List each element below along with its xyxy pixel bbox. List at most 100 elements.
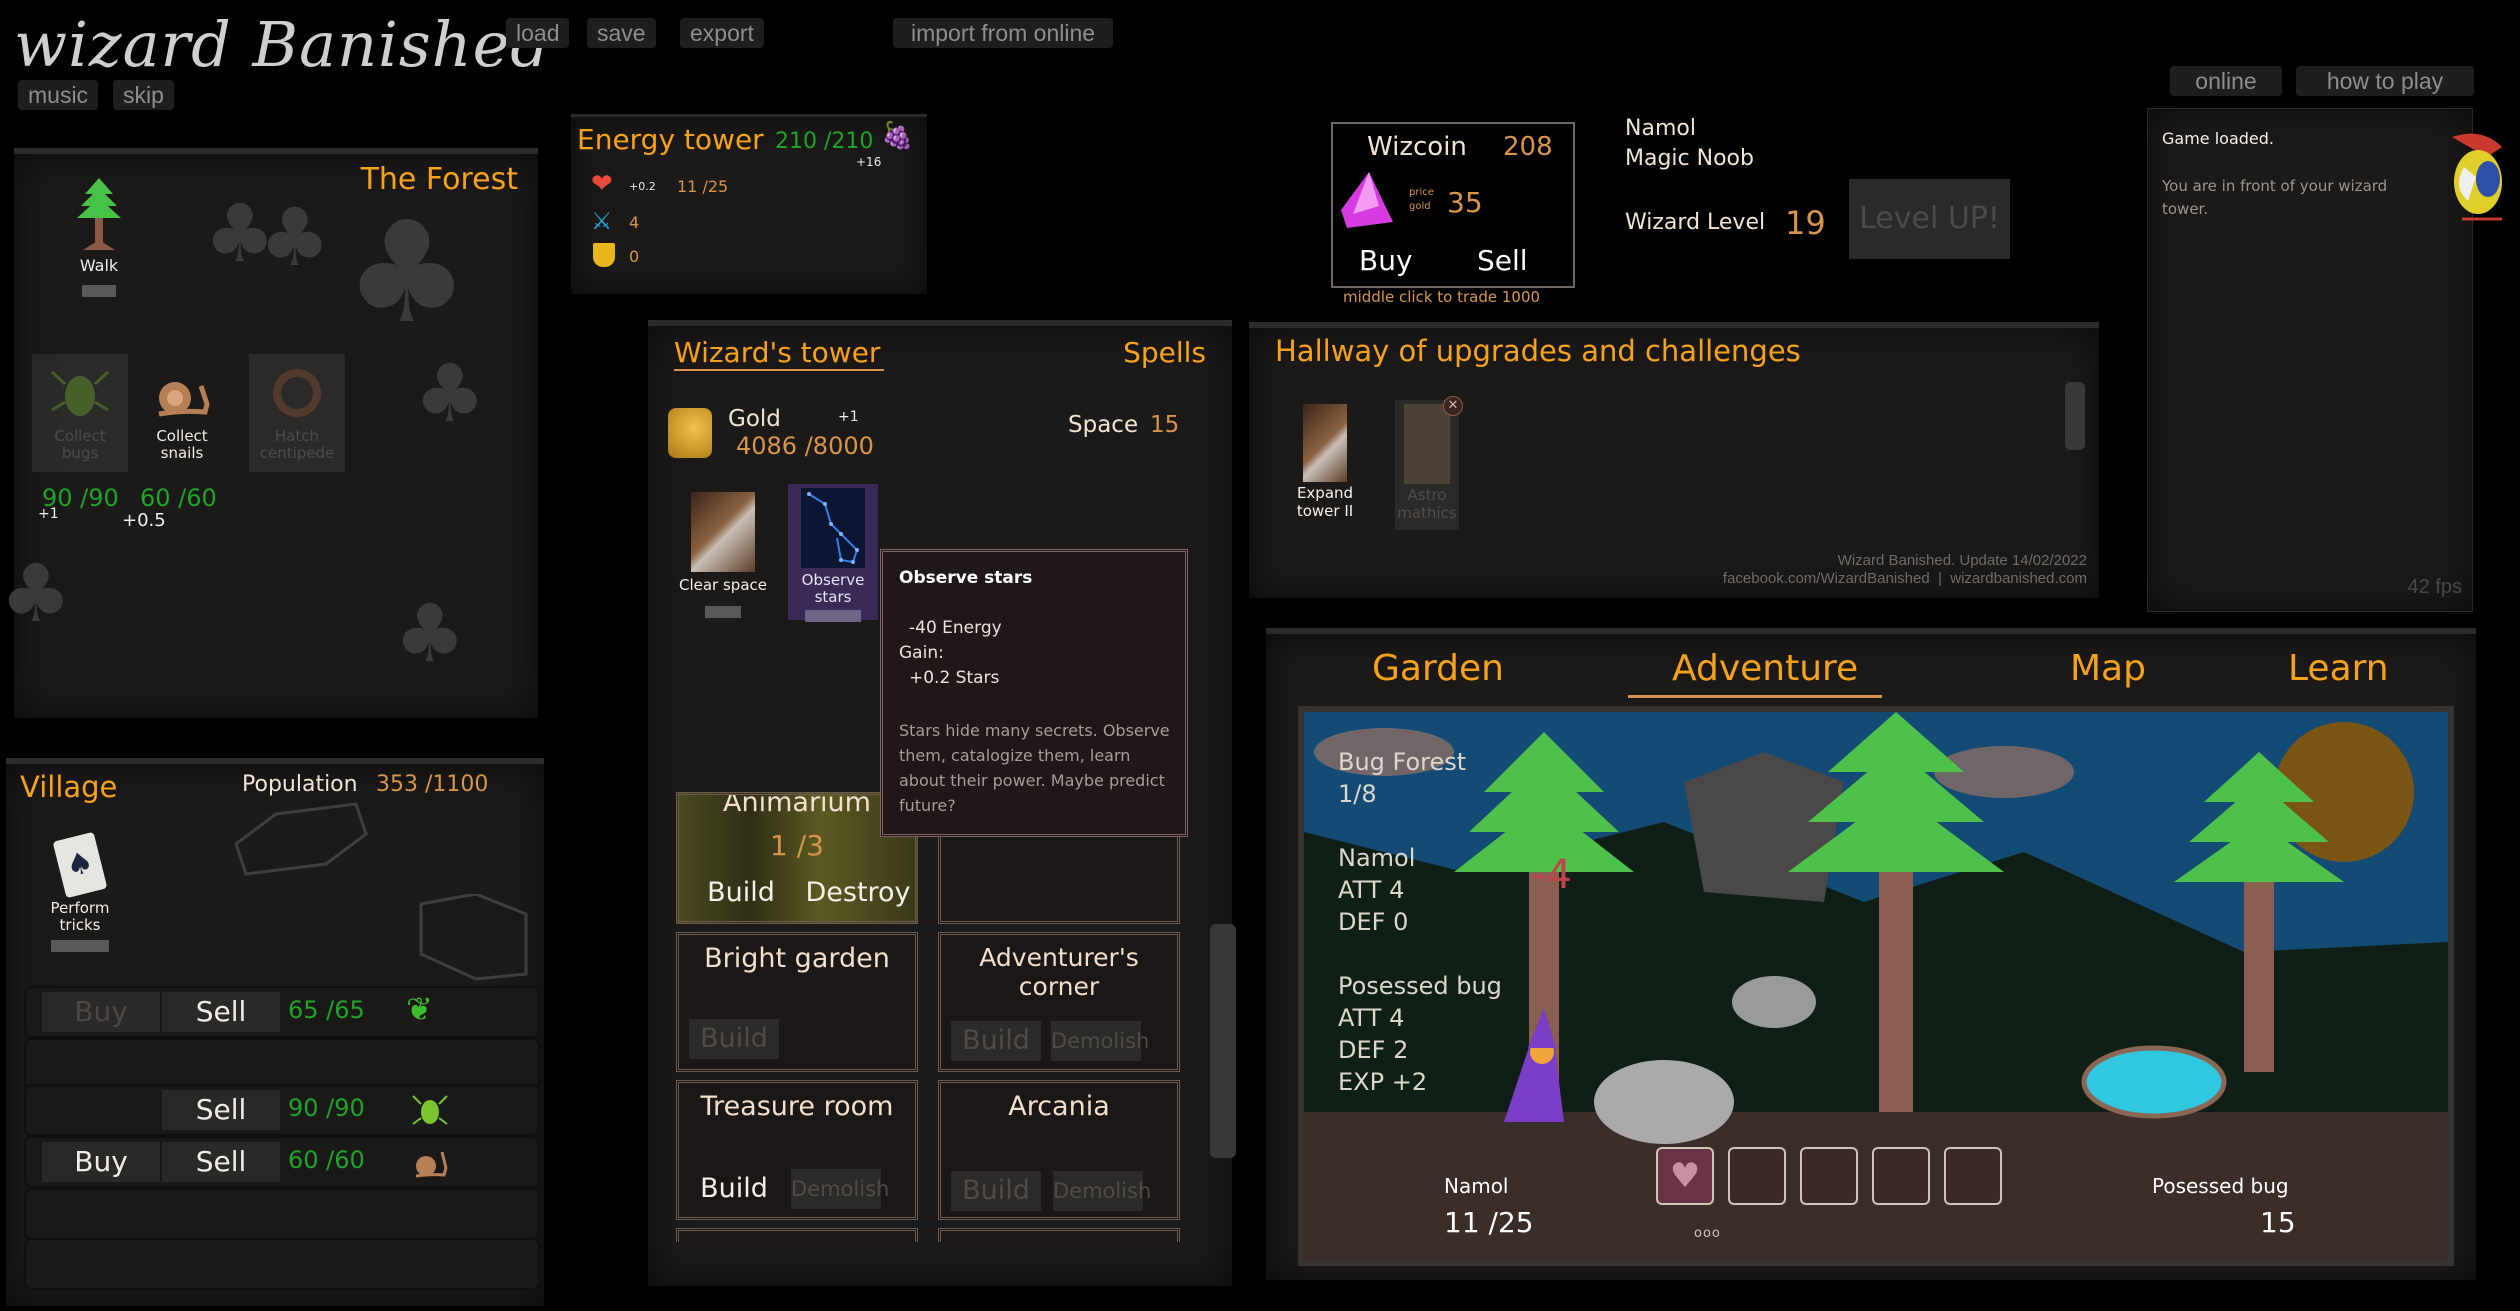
tab-adventure[interactable]: Adventure [1628,648,1883,698]
tooltip-description: Stars hide many secrets. Observe them, c… [899,721,1170,815]
sell-button[interactable]: Sell [162,992,280,1032]
ability-slot[interactable]: ♥ [1656,1147,1714,1205]
wizcoin-amount: 208 [1503,132,1553,162]
hallway-scrollbar[interactable] [2065,382,2085,450]
energy-rate: +16 [856,155,882,169]
build-button[interactable]: Build [689,1169,779,1209]
hero-attack: ATT 4 [1338,876,1405,904]
location-name: Bug Forest [1338,748,1467,776]
hatch-centipede-action[interactable]: Hatch centipede [249,354,345,472]
bg-tree-icon: ♣ [394,587,466,680]
how-to-play-button[interactable]: how to play [2296,66,2474,96]
close-icon[interactable]: ✕ [1443,396,1463,416]
demolish-button[interactable]: Demolish [1051,1021,1149,1061]
buy-button[interactable]: Buy [42,992,160,1032]
trick-progress-bar [51,940,109,952]
wood-pile-icon [691,492,755,572]
import-online-button[interactable]: import from online [893,18,1114,48]
building-card-clipped [676,1228,918,1242]
tab-map[interactable]: Map [2070,648,2146,689]
trade-amount: 90 /90 [288,1094,365,1122]
snail-icon [158,382,210,417]
spell-progress-bar [805,610,861,622]
crystal-icon [1341,172,1393,228]
tab-wizards-tower[interactable]: Wizard's tower [674,336,885,371]
wizcoin-panel: Wizcoin 208 price gold 35 Buy Sell [1331,122,1575,288]
online-button[interactable]: online [2170,66,2282,96]
energy-title: Energy tower [577,123,764,156]
tab-learn[interactable]: Learn [2288,648,2389,689]
hero-name: Namol [1338,844,1416,872]
gold-rate: +1 [838,409,859,425]
sell-button[interactable]: Sell [162,1090,280,1130]
tower-scrollbar[interactable] [1210,924,1236,1158]
load-button[interactable]: load [506,18,570,48]
collect-bugs-action[interactable]: Collect bugs [32,354,128,472]
build-button[interactable]: Build [701,873,781,913]
ability-slot[interactable] [1872,1147,1930,1205]
tab-spells[interactable]: Spells [1123,336,1206,369]
hallway-panel: Hallway of upgrades and challenges Expan… [1249,322,2099,598]
bg-tree-icon: ♣ [344,192,470,355]
spell-clear-space[interactable]: Clear space [674,484,772,620]
energy-tower-panel: Energy tower 210 /210 🍇 +16 ❤ +0.2 11 /2… [571,114,927,294]
building-card-adventurers-corner: Adventurer's corner Build Demolish [938,932,1180,1072]
wizcoin-sell-button[interactable]: Sell [1477,244,1528,277]
perform-tricks-label: Perform tricks [50,899,110,934]
wizard-level-value: 19 [1785,204,1826,242]
gold-value: 4086 /8000 [736,432,874,460]
links-text[interactable]: facebook.com/WizardBanished | wizardbani… [1723,570,2087,587]
heart-icon: ❤ [591,169,613,199]
wood-pile-icon [1303,404,1347,482]
trade-row-empty [26,1040,538,1088]
enemy-hp: 15 [2260,1206,2296,1239]
player-name: Namol [1625,116,1696,141]
walk-action[interactable]: Walk [59,174,139,297]
wizcoin-buy-button[interactable]: Buy [1359,244,1413,277]
level-up-button[interactable]: Level UP! [1849,179,2010,259]
build-button[interactable]: Build [951,1021,1041,1061]
collect-bugs-label: Collect bugs [54,427,106,462]
gold-label: Gold [728,406,781,432]
beetle-icon [50,370,110,416]
collect-snails-action[interactable]: Collect snails [134,354,230,472]
building-name: Adventurer's corner [979,943,1139,1001]
hallway-item-expand-tower[interactable]: Expand tower II [1293,404,1357,520]
spell-label: Clear space [678,576,767,594]
demolish-button[interactable]: Demolish [791,1169,889,1209]
spell-tooltip: Observe stars -40 Energy Gain: +0.2 Star… [880,549,1188,837]
slot-indicator: ooo [1694,1226,1721,1241]
constellation-icon [801,488,865,568]
star-map-icon [1404,404,1450,484]
music-button[interactable]: music [18,80,99,110]
buy-button[interactable]: Buy [42,1142,160,1182]
hallway-item-label: Astro mathics [1397,486,1457,522]
collect-snails-label: Collect snails [156,427,208,462]
build-button[interactable]: Build [951,1171,1041,1211]
centipede-icon [273,369,321,417]
demolish-button[interactable]: Demolish [1053,1171,1151,1211]
location-progress: 1/8 [1338,780,1377,808]
enemy-exp: EXP +2 [1338,1068,1428,1096]
destroy-button[interactable]: Destroy [803,873,913,913]
hatch-centipede-label: Hatch centipede [259,427,335,462]
spell-observe-stars[interactable]: Observe stars [788,484,878,622]
ability-slot[interactable] [1728,1147,1786,1205]
attack-value: 4 [629,213,640,232]
export-button[interactable]: export [680,18,764,48]
skip-button[interactable]: skip [113,80,174,110]
trade-amount: 65 /65 [288,996,365,1024]
save-button[interactable]: save [587,18,656,48]
house-sketch-icon [419,894,528,981]
sell-button[interactable]: Sell [162,1142,280,1182]
ability-slot[interactable] [1800,1147,1858,1205]
ability-slot[interactable] [1944,1147,2002,1205]
hallway-item-astromathics[interactable]: Astro mathics [1395,400,1459,530]
tooltip-title: Observe stars [899,568,1033,588]
walk-progress-bar [82,285,116,297]
perform-tricks-action[interactable]: ♠ Perform tricks [40,831,120,952]
build-button[interactable]: Build [689,1019,779,1059]
snail-icon [415,1151,448,1178]
hallway-item-label: Expand tower II [1296,484,1354,520]
tab-garden[interactable]: Garden [1372,648,1504,689]
